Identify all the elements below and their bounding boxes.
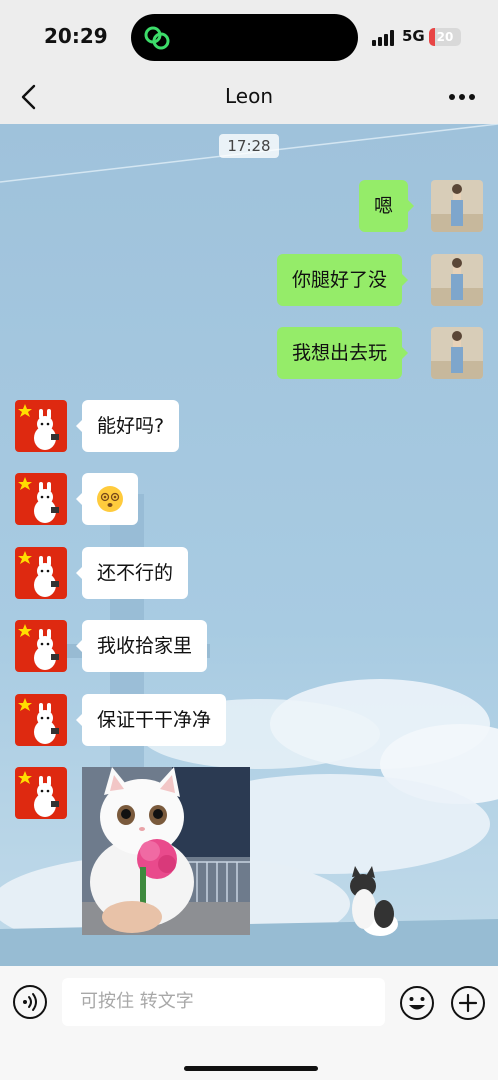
message-input[interactable]: 可按住 转文字 [62, 978, 385, 1026]
emoji-icon[interactable] [398, 984, 436, 1022]
input-bar: 可按住 转文字 [0, 966, 498, 1080]
dynamic-island [131, 14, 358, 61]
image-message[interactable] [82, 767, 250, 935]
status-time: 20:29 [44, 24, 108, 48]
plus-icon[interactable] [449, 984, 487, 1022]
battery-level: 20 [436, 30, 454, 44]
avatar-self[interactable] [431, 327, 483, 379]
link-app-icon [144, 26, 170, 50]
message-bubble-incoming[interactable]: 我收拾家里 [75, 620, 208, 672]
more-dots-icon[interactable] [444, 82, 480, 112]
nav-bar: Leon [0, 70, 498, 124]
status-bar: 20:29 5G 20 [0, 0, 498, 70]
avatar-contact[interactable] [15, 400, 67, 452]
avatar-self[interactable] [431, 180, 483, 232]
message-bubble-outgoing[interactable]: 你腿好了没 [277, 254, 409, 306]
message-bubble-incoming[interactable]: 还不行的 [75, 547, 189, 599]
avatar-contact[interactable] [15, 767, 67, 819]
cat-with-flower-image [82, 767, 250, 935]
voice-icon[interactable] [12, 984, 48, 1020]
chat-area[interactable]: 17:28 嗯 你腿好了没 我想出去玩 能好吗? 还不行的 我收拾家里 保证干干… [0, 124, 498, 966]
avatar-contact[interactable] [15, 694, 67, 746]
battery-icon: 20 [429, 28, 461, 46]
avatar-contact[interactable] [15, 473, 67, 525]
avatar-contact[interactable] [15, 620, 67, 672]
avatar-contact[interactable] [15, 547, 67, 599]
home-indicator[interactable] [184, 1066, 318, 1071]
dizzy-face-emoji-icon [97, 486, 123, 512]
message-bubble-incoming[interactable]: 保证干干净净 [75, 694, 227, 746]
message-bubble-outgoing[interactable]: 我想出去玩 [277, 327, 409, 379]
avatar-self[interactable] [431, 254, 483, 306]
chat-title: Leon [224, 84, 273, 108]
message-bubble-incoming[interactable]: 能好吗? [75, 400, 180, 452]
signal-icon [372, 30, 398, 46]
message-bubble-outgoing[interactable]: 嗯 [359, 180, 415, 232]
message-bubble-incoming[interactable] [76, 473, 138, 525]
message-timestamp: 17:28 [219, 134, 279, 158]
network-type: 5G [402, 27, 425, 45]
